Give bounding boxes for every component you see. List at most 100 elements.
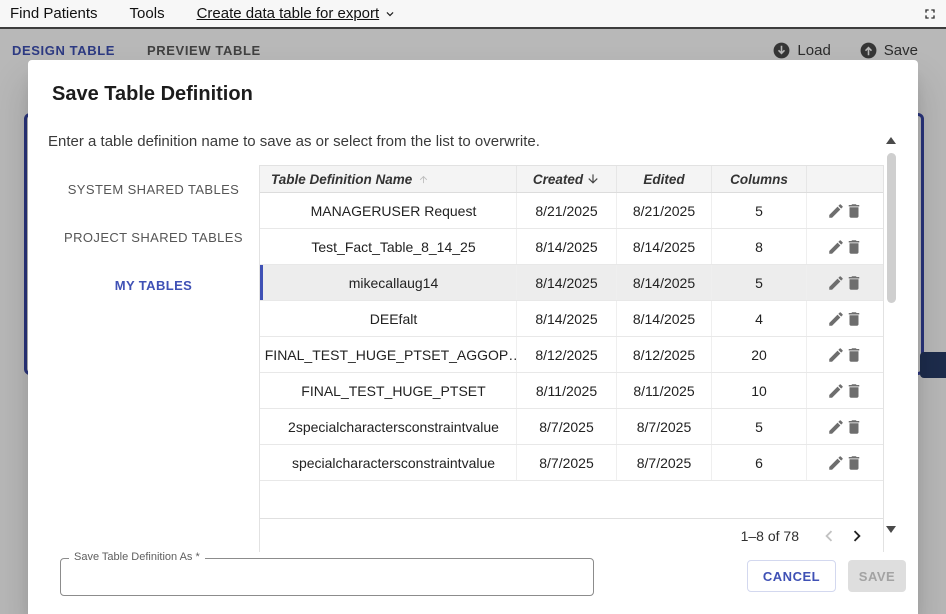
header-edited[interactable]: Edited: [617, 166, 712, 192]
cell-name: 2specialcharactersconstraintvalue: [260, 409, 517, 444]
menu-create-data-table[interactable]: Create data table for export: [197, 5, 398, 22]
grid-header-row: Table Definition Name Created Edited Col…: [260, 165, 883, 193]
table-row[interactable]: FINAL_TEST_HUGE_PTSET_AGGOP… 8/12/2025 8…: [260, 337, 883, 373]
cell-edited: 8/12/2025: [617, 337, 712, 372]
pencil-icon: [827, 346, 845, 364]
pencil-icon: [827, 202, 845, 220]
trash-icon: [845, 454, 863, 472]
grid-empty-space: [260, 481, 883, 518]
edit-button[interactable]: [827, 382, 845, 400]
previous-page-button[interactable]: [815, 522, 843, 550]
edit-button[interactable]: [827, 238, 845, 256]
cell-actions: [807, 409, 883, 444]
dialog-content: SYSTEM SHARED TABLES PROJECT SHARED TABL…: [48, 165, 898, 552]
cell-name: mikecallaug14: [260, 265, 517, 300]
cell-name: FINAL_TEST_HUGE_PTSET: [260, 373, 517, 408]
cell-actions: [807, 229, 883, 264]
cell-columns: 5: [712, 265, 807, 300]
table-row[interactable]: 2specialcharactersconstraintvalue 8/7/20…: [260, 409, 883, 445]
cell-created: 8/14/2025: [517, 301, 617, 336]
scrollbar-thumb[interactable]: [887, 153, 896, 303]
header-table-definition-name[interactable]: Table Definition Name: [260, 166, 517, 192]
delete-button[interactable]: [845, 454, 863, 472]
cell-actions: [807, 265, 883, 300]
dialog-scrollbar[interactable]: [884, 133, 898, 538]
delete-button[interactable]: [845, 238, 863, 256]
edit-button[interactable]: [827, 346, 845, 364]
cell-name: MANAGERUSER Request: [260, 193, 517, 228]
trash-icon: [845, 202, 863, 220]
sidebar-item-system-shared-tables[interactable]: SYSTEM SHARED TABLES: [48, 165, 259, 213]
trash-icon: [845, 310, 863, 328]
cell-actions: [807, 337, 883, 372]
cell-created: 8/21/2025: [517, 193, 617, 228]
delete-button[interactable]: [845, 202, 863, 220]
cell-edited: 8/7/2025: [617, 445, 712, 480]
app-screen: Find Patients Tools Create data table fo…: [0, 0, 946, 614]
cell-columns: 5: [712, 409, 807, 444]
pencil-icon: [827, 454, 845, 472]
header-edited-label: Edited: [643, 172, 684, 187]
fullscreen-icon: [922, 6, 938, 22]
table-row[interactable]: Test_Fact_Table_8_14_25 8/14/2025 8/14/2…: [260, 229, 883, 265]
sidebar-item-project-shared-tables[interactable]: PROJECT SHARED TABLES: [48, 213, 259, 261]
cell-edited: 8/14/2025: [617, 265, 712, 300]
table-row[interactable]: DEEfalt 8/14/2025 8/14/2025 4: [260, 301, 883, 337]
cell-actions: [807, 193, 883, 228]
fullscreen-button[interactable]: [922, 6, 938, 22]
edit-button[interactable]: [827, 202, 845, 220]
pencil-icon: [827, 238, 845, 256]
table-row[interactable]: FINAL_TEST_HUGE_PTSET 8/11/2025 8/11/202…: [260, 373, 883, 409]
sort-desc-icon: [586, 172, 600, 186]
delete-button[interactable]: [845, 310, 863, 328]
cell-created: 8/14/2025: [517, 265, 617, 300]
cell-created: 8/7/2025: [517, 445, 617, 480]
cell-name: specialcharactersconstraintvalue: [260, 445, 517, 480]
save-as-field-outline: Save Table Definition As *: [60, 558, 594, 596]
delete-button[interactable]: [845, 274, 863, 292]
cell-actions: [807, 373, 883, 408]
save-table-definition-as-input[interactable]: [61, 559, 593, 595]
cell-name: DEEfalt: [260, 301, 517, 336]
header-columns[interactable]: Columns: [712, 166, 807, 192]
menu-find-patients[interactable]: Find Patients: [10, 5, 98, 22]
scroll-up-arrow-icon[interactable]: [886, 137, 896, 144]
cell-created: 8/14/2025: [517, 229, 617, 264]
table-row-selected[interactable]: mikecallaug14 8/14/2025 8/14/2025 5: [260, 265, 883, 301]
cell-edited: 8/11/2025: [617, 373, 712, 408]
save-as-field-label: Save Table Definition As *: [69, 551, 205, 563]
delete-button[interactable]: [845, 418, 863, 436]
chevron-right-icon: [846, 525, 868, 547]
table-row[interactable]: specialcharactersconstraintvalue 8/7/202…: [260, 445, 883, 481]
delete-button[interactable]: [845, 382, 863, 400]
cell-edited: 8/21/2025: [617, 193, 712, 228]
table-row[interactable]: MANAGERUSER Request 8/21/2025 8/21/2025 …: [260, 193, 883, 229]
cell-name: FINAL_TEST_HUGE_PTSET_AGGOP…: [260, 337, 517, 372]
scroll-down-arrow-icon[interactable]: [886, 526, 896, 533]
pencil-icon: [827, 418, 845, 436]
edit-button[interactable]: [827, 310, 845, 328]
sidebar-item-my-tables[interactable]: MY TABLES: [48, 261, 259, 309]
cancel-button[interactable]: CANCEL: [747, 560, 836, 592]
cell-created: 8/11/2025: [517, 373, 617, 408]
cell-columns: 20: [712, 337, 807, 372]
delete-button[interactable]: [845, 346, 863, 364]
cell-edited: 8/14/2025: [617, 229, 712, 264]
edit-button[interactable]: [827, 454, 845, 472]
cell-edited: 8/7/2025: [617, 409, 712, 444]
save-button[interactable]: SAVE: [848, 560, 906, 592]
pagination-range-label: 1–8 of 78: [741, 528, 799, 544]
header-created-label: Created: [533, 172, 583, 187]
cell-actions: [807, 301, 883, 336]
top-menu-bar: Find Patients Tools Create data table fo…: [0, 0, 946, 29]
cell-name: Test_Fact_Table_8_14_25: [260, 229, 517, 264]
header-created[interactable]: Created: [517, 166, 617, 192]
edit-button[interactable]: [827, 418, 845, 436]
header-columns-label: Columns: [730, 172, 788, 187]
edit-button[interactable]: [827, 274, 845, 292]
menu-tools[interactable]: Tools: [130, 5, 165, 22]
pencil-icon: [827, 310, 845, 328]
export-link-label: Create data table for export: [197, 5, 380, 22]
header-actions: [807, 166, 883, 192]
next-page-button[interactable]: [843, 522, 871, 550]
